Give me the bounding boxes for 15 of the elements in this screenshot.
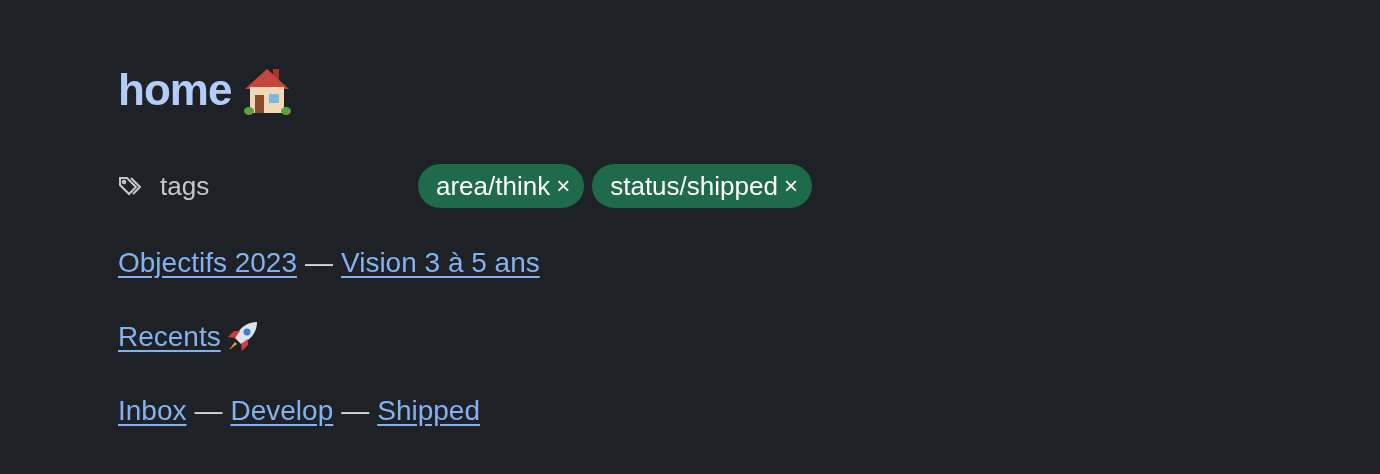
tag-chip[interactable]: area/think × <box>418 164 585 208</box>
remove-tag-button[interactable]: × <box>556 172 571 200</box>
link[interactable]: Vision 3 à 5 ans <box>341 247 540 279</box>
link[interactable]: Inbox <box>118 395 187 427</box>
tag-chip[interactable]: status/shipped × <box>592 164 812 208</box>
link[interactable]: Develop <box>230 395 334 427</box>
link[interactable]: Objectifs 2023 <box>118 247 297 279</box>
page-title: home <box>118 65 232 115</box>
remove-tag-button[interactable]: × <box>783 172 798 200</box>
separator: — <box>341 395 370 427</box>
property-label: tags <box>160 170 210 202</box>
separator: — <box>194 395 223 427</box>
separator: — <box>305 247 333 279</box>
link[interactable]: Recents <box>118 320 259 354</box>
link[interactable]: Shipped <box>377 395 480 427</box>
